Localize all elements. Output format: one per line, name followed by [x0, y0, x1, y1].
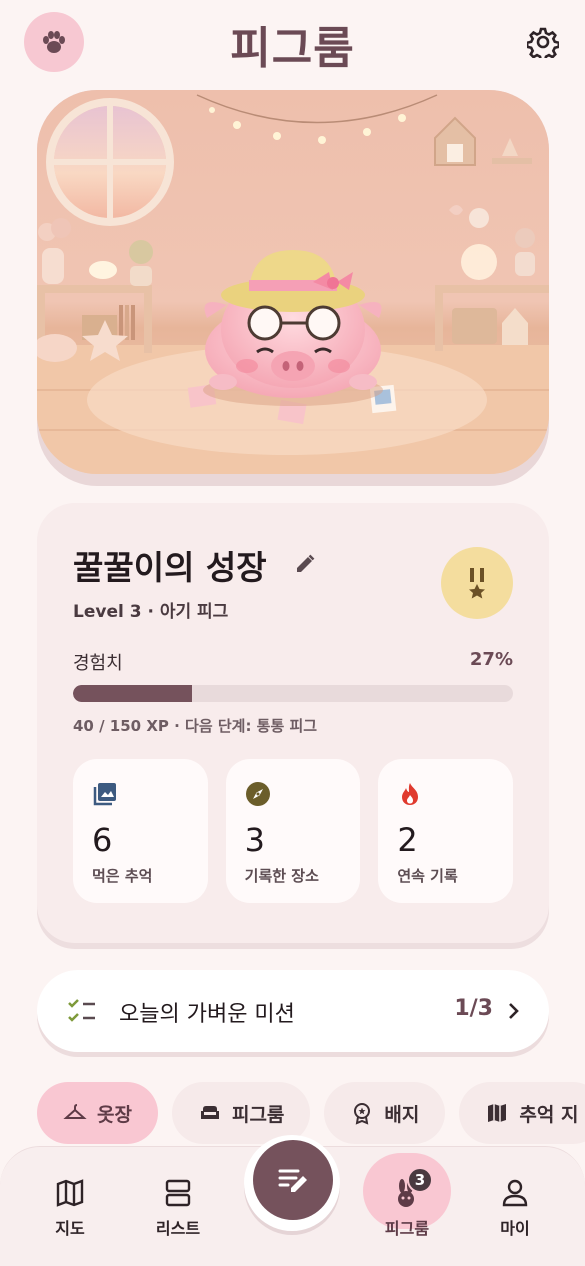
bottom-navigation: 지도 리스트 피그룸 3 마이 — [0, 1135, 585, 1266]
chip-memory-map[interactable]: 추억 지 — [459, 1082, 585, 1144]
stat-label: 먹은 추억 — [92, 867, 153, 885]
pig-room-illustration[interactable] — [37, 90, 549, 474]
stat-value: 6 — [92, 821, 113, 859]
photo-album-icon — [93, 783, 116, 806]
mission-label: 오늘의 가벼운 미션 — [119, 1002, 295, 1027]
room-scene — [37, 94, 549, 474]
list-icon — [165, 1179, 191, 1207]
medal-button[interactable] — [441, 547, 513, 619]
xp-detail: 40 / 150 XP · 다음 단계: 통통 피그 — [73, 717, 318, 735]
stats-row: 6 먹은 추억 3 기록한 장소 2 연속 기록 — [73, 759, 514, 903]
hanger-icon — [63, 1104, 87, 1119]
stat-memories-eaten[interactable]: 6 먹은 추억 — [73, 759, 208, 903]
xp-label: 경험치 — [73, 653, 123, 674]
daily-mission-button[interactable]: 오늘의 가벼운 미션 1/3 — [37, 970, 549, 1052]
nav-pigroom[interactable]: 피그룸 — [367, 1177, 447, 1239]
xp-percent: 27% — [469, 649, 513, 670]
chip-wardrobe[interactable]: 옷장 — [37, 1082, 158, 1144]
xp-progress-bar — [73, 685, 513, 702]
nav-label: 리스트 — [155, 1219, 201, 1238]
compass-icon — [245, 782, 270, 806]
settings-gear-icon[interactable] — [527, 26, 559, 58]
page-title: 피그룸 — [230, 23, 355, 74]
chevron-right-icon — [509, 1003, 519, 1019]
sofa-icon — [200, 1106, 219, 1119]
level-label: Level 3 · 아기 피그 — [73, 602, 229, 622]
stat-label: 연속 기록 — [397, 867, 458, 885]
pig-room-card — [37, 90, 549, 486]
pencil-edit-icon[interactable] — [294, 553, 316, 575]
chip-label: 피그룸 — [231, 1103, 285, 1126]
stat-streak[interactable]: 2 연속 기록 — [378, 759, 514, 903]
pet-growth-title: 꿀꿀이의 성장 — [73, 548, 267, 587]
edit-note-icon — [278, 1169, 307, 1192]
stat-value: 2 — [397, 821, 418, 859]
map-icon — [56, 1179, 84, 1207]
checklist-icon — [68, 999, 95, 1022]
write-memory-fab[interactable] — [253, 1140, 333, 1220]
nav-map[interactable]: 지도 — [30, 1177, 110, 1239]
chip-label: 옷장 — [97, 1103, 132, 1126]
chip-label: 추억 지 — [519, 1103, 579, 1126]
app-header: 피그룸 — [0, 0, 585, 84]
chip-label: 배지 — [384, 1103, 420, 1126]
flame-icon — [402, 783, 419, 805]
notification-badge: 3 — [407, 1167, 433, 1193]
stat-value: 3 — [244, 821, 266, 859]
nav-label: 지도 — [55, 1219, 85, 1238]
person-icon — [502, 1179, 528, 1207]
room-category-chips: 옷장 피그룸 배지 추억 지 — [37, 1082, 585, 1144]
badge-icon — [354, 1103, 371, 1125]
chip-badge[interactable]: 배지 — [324, 1082, 446, 1144]
medal-icon — [469, 568, 485, 599]
nav-label: 피그룸 — [384, 1219, 430, 1238]
nav-label: 마이 — [500, 1219, 530, 1238]
mission-count: 1/3 — [454, 996, 493, 1021]
nav-list[interactable]: 리스트 — [138, 1177, 218, 1239]
stat-places-recorded[interactable]: 3 기록한 장소 — [225, 759, 361, 903]
map-icon — [488, 1104, 507, 1122]
xp-progress-fill — [73, 685, 192, 702]
nav-my[interactable]: 마이 — [475, 1177, 555, 1239]
stat-label: 기록한 장소 — [244, 867, 319, 885]
growth-card: 꿀꿀이의 성장 Level 3 · 아기 피그 경험치 27% 40 / 150… — [37, 503, 549, 943]
